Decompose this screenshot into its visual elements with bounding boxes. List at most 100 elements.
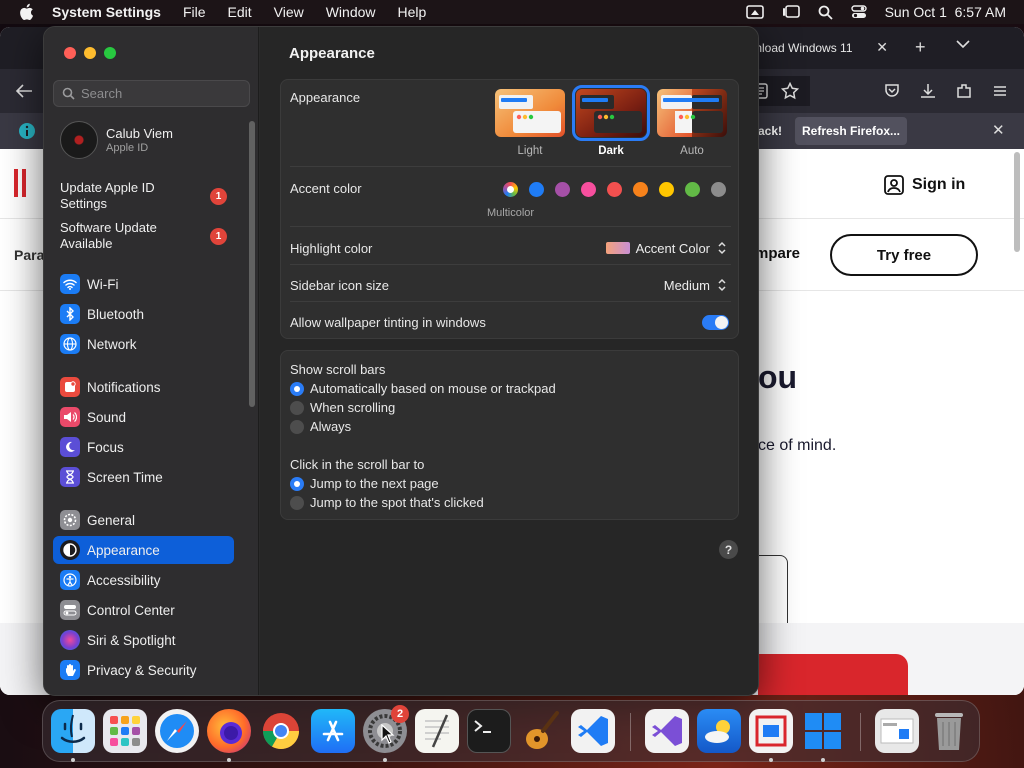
refresh-firefox-button[interactable]: Refresh Firefox... <box>795 117 907 145</box>
compare-link[interactable]: mpare <box>755 245 800 262</box>
apple-id-account[interactable]: Calub Viem Apple ID <box>60 121 240 161</box>
close-window-button[interactable] <box>64 47 76 59</box>
dock-app-store-icon[interactable] <box>311 709 355 753</box>
apple-menu-icon[interactable] <box>18 3 34 21</box>
accent-color-swatch[interactable] <box>607 182 622 197</box>
sidebar-icon-size-popup[interactable]: Medium <box>664 277 728 293</box>
dock-chrome-icon[interactable] <box>259 709 303 753</box>
appearance-option-light[interactable] <box>495 89 565 137</box>
menu-edit[interactable]: Edit <box>228 4 252 20</box>
hand-icon <box>60 660 80 680</box>
bookmark-star-icon[interactable] <box>781 82 799 100</box>
minimize-window-button[interactable] <box>84 47 96 59</box>
radio-button[interactable] <box>290 400 304 415</box>
nav-left-text[interactable]: Para <box>14 247 44 263</box>
control-center-icon[interactable] <box>850 5 867 19</box>
pocket-icon[interactable] <box>883 82 901 100</box>
sidebar-item-siri-spotlight[interactable]: Siri & Spotlight <box>53 626 234 654</box>
dock-weather-icon[interactable] <box>697 709 741 753</box>
close-tab-icon[interactable]: ✕ <box>876 39 888 56</box>
appearance-option-auto-label: Auto <box>680 145 704 157</box>
accent-color-swatch[interactable] <box>685 182 700 197</box>
sidebar-item-wifi[interactable]: Wi-Fi <box>53 270 234 298</box>
new-tab-icon[interactable]: + <box>915 37 926 58</box>
sidebar-item-privacy-security[interactable]: Privacy & Security <box>53 656 234 684</box>
dock-trash-icon[interactable] <box>927 709 971 753</box>
help-button[interactable]: ? <box>719 540 738 559</box>
accent-color-multicolor[interactable] <box>503 182 518 197</box>
radio-button[interactable] <box>290 495 304 510</box>
sign-in-link[interactable]: Sign in <box>884 175 965 195</box>
dock-vscode-icon[interactable] <box>571 709 615 753</box>
dock-textedit-icon[interactable] <box>415 709 459 753</box>
sidebar-scrollbar[interactable] <box>249 121 255 407</box>
globe-icon <box>60 334 80 354</box>
dock-terminal-icon[interactable] <box>467 709 511 753</box>
firefox-tab[interactable]: ownload Windows 11 ✕ <box>740 33 900 63</box>
radio-button[interactable] <box>290 476 304 491</box>
dock-visual-studio-icon[interactable] <box>645 709 689 753</box>
dock-preview-document-icon[interactable] <box>875 709 919 753</box>
sidebar-item-notifications[interactable]: Notifications <box>53 373 234 401</box>
scrollbar-option-when-scrolling[interactable]: When scrolling <box>290 400 395 415</box>
scrollbar-option-automatic[interactable]: Automatically based on mouse or trackpad <box>290 381 556 396</box>
click-option-spot-clicked[interactable]: Jump to the spot that's clicked <box>290 495 484 510</box>
settings-badge: 2 <box>391 705 409 723</box>
sidebar-item-general[interactable]: General <box>53 506 234 534</box>
back-arrow-icon[interactable] <box>15 83 33 99</box>
zoom-window-button[interactable] <box>104 47 116 59</box>
appearance-option-auto[interactable] <box>657 89 727 137</box>
clock[interactable]: Sun Oct 1 6:57 AM <box>885 4 1006 20</box>
dock-launchpad-icon[interactable] <box>103 709 147 753</box>
search-input[interactable] <box>81 86 241 101</box>
sidebar-item-sound[interactable]: Sound <box>53 403 234 431</box>
radio-button[interactable] <box>290 419 304 434</box>
accent-color-swatch[interactable] <box>633 182 648 197</box>
page-scrollbar[interactable] <box>1014 152 1020 252</box>
sidebar-item-bluetooth[interactable]: Bluetooth <box>53 300 234 328</box>
click-option-next-page[interactable]: Jump to the next page <box>290 476 439 491</box>
chevron-down-icon[interactable] <box>956 39 970 49</box>
wallpaper-tint-toggle[interactable] <box>702 315 729 330</box>
accent-color-swatch[interactable] <box>555 182 570 197</box>
search-field[interactable] <box>53 80 250 107</box>
accent-color-swatch[interactable] <box>711 182 726 197</box>
menu-help[interactable]: Help <box>398 4 427 20</box>
sidebar-item-control-center[interactable]: Control Center <box>53 596 234 624</box>
sidebar-item-focus[interactable]: Focus <box>53 433 234 461</box>
sidebar-item-network[interactable]: Network <box>53 330 234 358</box>
extensions-icon[interactable] <box>955 82 973 100</box>
try-free-button[interactable]: Try free <box>830 234 978 276</box>
close-notification-icon[interactable]: ✕ <box>992 121 1005 139</box>
software-update-item[interactable]: Software Update Available 1 <box>60 220 240 252</box>
accent-color-swatch[interactable] <box>659 182 674 197</box>
appearance-option-dark-label: Dark <box>598 145 624 157</box>
cta-button[interactable] <box>758 654 908 695</box>
dock-garageband-icon[interactable] <box>519 709 563 753</box>
menu-app-name[interactable]: System Settings <box>52 4 161 20</box>
stage-manager-icon[interactable] <box>782 5 800 19</box>
accent-color-swatch[interactable] <box>529 182 544 197</box>
menu-view[interactable]: View <box>274 4 304 20</box>
notification-badge: 1 <box>210 228 227 245</box>
update-apple-id-item[interactable]: Update Apple ID Settings 1 <box>60 180 240 212</box>
dock-finder-icon[interactable] <box>51 709 95 753</box>
appearance-option-dark[interactable] <box>572 85 650 141</box>
sidebar-item-accessibility[interactable]: Accessibility <box>53 566 234 594</box>
dock-windows-icon[interactable] <box>801 709 845 753</box>
hamburger-menu-icon[interactable] <box>991 82 1009 100</box>
sidebar-item-appearance[interactable]: Appearance <box>53 536 234 564</box>
sidebar-item-screen-time[interactable]: Screen Time <box>53 463 234 491</box>
screen-mirroring-icon[interactable] <box>745 5 764 19</box>
dock-parallels-icon[interactable] <box>749 709 793 753</box>
dock-safari-icon[interactable] <box>155 709 199 753</box>
menu-window[interactable]: Window <box>326 4 376 20</box>
spotlight-search-icon[interactable] <box>818 5 833 20</box>
highlight-color-popup[interactable]: Accent Color <box>605 240 728 256</box>
dock-firefox-icon[interactable] <box>207 709 251 753</box>
menu-file[interactable]: File <box>183 4 206 20</box>
accent-color-swatch[interactable] <box>581 182 596 197</box>
scrollbar-option-always[interactable]: Always <box>290 419 351 434</box>
radio-button[interactable] <box>290 381 304 396</box>
downloads-icon[interactable] <box>919 82 937 100</box>
